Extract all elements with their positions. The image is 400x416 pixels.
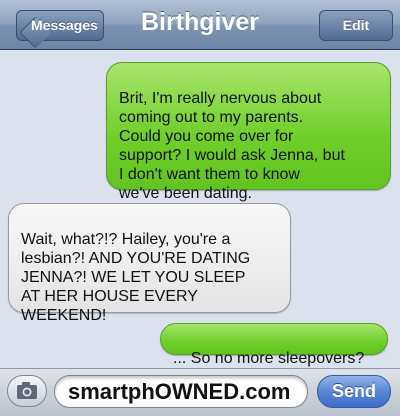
bubble-tail-icon <box>383 178 397 190</box>
message-bubble-received[interactable]: Wait, what?!? Hailey, you're a lesbian?!… <box>2 203 291 324</box>
camera-icon <box>17 382 37 399</box>
message-bubble-sent[interactable]: Brit, I'm really nervous about coming ou… <box>106 62 397 202</box>
camera-button[interactable] <box>7 375 47 407</box>
message-text: Wait, what?!? Hailey, you're a lesbian?!… <box>21 231 251 324</box>
bubble-tail-icon <box>2 301 16 313</box>
edit-button[interactable]: Edit <box>319 10 393 41</box>
message-input[interactable]: smartphOWNED.com <box>54 375 308 408</box>
navigation-bar: Messages Birthgiver Edit <box>0 0 400 50</box>
message-text: ... So no more sleepovers? <box>173 350 365 367</box>
bubble-tail-icon <box>380 343 394 355</box>
message-text: Brit, I'm really nervous about coming ou… <box>119 90 345 202</box>
send-button[interactable]: Send <box>317 375 391 408</box>
message-bubble-sent[interactable]: ... So no more sleepovers? <box>160 323 394 367</box>
composer-bar: smartphOWNED.com Send <box>0 368 400 416</box>
